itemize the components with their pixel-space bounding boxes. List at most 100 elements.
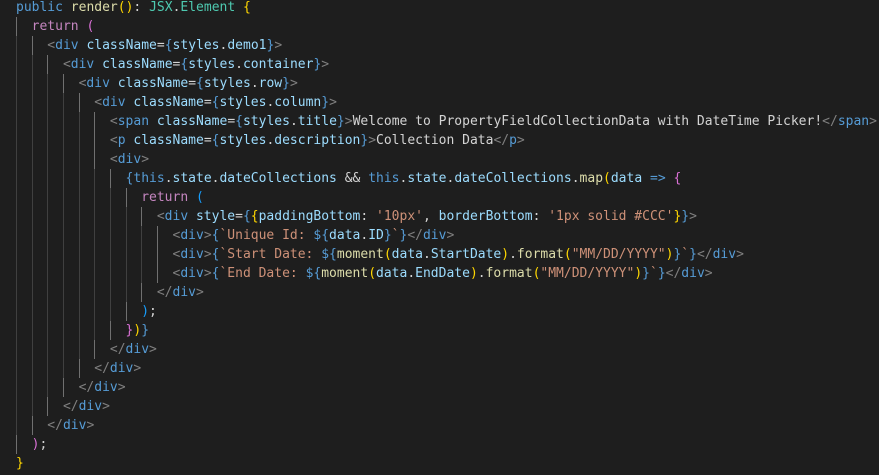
indent-guide xyxy=(31,264,33,283)
code-line[interactable]: {this.state.dateCollections && this.stat… xyxy=(0,169,681,188)
code-token: span xyxy=(117,114,150,129)
indent-guide xyxy=(94,169,96,188)
code-token: </ xyxy=(822,114,838,129)
code-token: </ xyxy=(78,380,95,395)
code-line[interactable]: </div> xyxy=(0,378,126,397)
code-token: > xyxy=(321,57,330,72)
indent-guide xyxy=(31,74,33,93)
indent-guide xyxy=(78,188,80,207)
code-token: </ xyxy=(407,228,423,243)
indent-guide xyxy=(16,226,17,245)
indent-guide xyxy=(31,55,33,74)
code-line[interactable]: </div> xyxy=(0,359,141,378)
indent-guide xyxy=(141,245,143,264)
code-token: Welcome to PropertyFieldCollectionData w… xyxy=(352,114,823,129)
code-line[interactable]: } xyxy=(0,454,24,473)
code-line[interactable]: <div> xyxy=(0,150,149,169)
indent-guide xyxy=(109,283,111,302)
code-token: styles xyxy=(188,57,236,72)
code-line[interactable]: ); xyxy=(0,435,47,454)
code-token: className xyxy=(133,95,204,110)
code-token: : xyxy=(360,209,377,224)
indent-guide xyxy=(47,112,49,131)
indent-guide xyxy=(94,188,96,207)
code-token: container xyxy=(242,57,314,72)
code-token: } xyxy=(689,247,697,262)
code-token: { xyxy=(180,57,189,72)
code-line[interactable]: <div>{`End Date: ${moment(data.EndDate).… xyxy=(0,264,713,283)
code-line[interactable]: </div> xyxy=(0,340,157,359)
code-token: ( xyxy=(117,0,126,15)
code-token: state xyxy=(172,171,212,186)
code-token: . xyxy=(250,76,259,91)
indent-guide xyxy=(78,245,80,264)
code-line[interactable]: <div style={{paddingBottom: '10px', bord… xyxy=(0,207,697,226)
code-token: } xyxy=(321,95,330,110)
code-token: { xyxy=(242,209,251,224)
code-line[interactable]: <div className={styles.container}> xyxy=(0,55,329,74)
code-line[interactable]: })} xyxy=(0,321,149,340)
indent-guide xyxy=(31,416,33,435)
code-token: div xyxy=(164,209,189,224)
code-line[interactable]: <div className={styles.row}> xyxy=(0,74,298,93)
code-token: style xyxy=(195,209,236,224)
code-line[interactable]: <div className={styles.demo1}> xyxy=(0,36,282,55)
indent-guide xyxy=(78,112,80,131)
code-line[interactable]: </div> xyxy=(0,283,204,302)
code-token: render xyxy=(70,0,118,15)
code-editor[interactable]: public render(): JSX.Element {return (<d… xyxy=(0,0,879,475)
indent-guide xyxy=(62,74,64,93)
code-line[interactable]: <span className={styles.title}>Welcome t… xyxy=(0,112,877,131)
indent-guide xyxy=(31,245,33,264)
indent-guide xyxy=(62,321,64,340)
indent-guide xyxy=(94,321,96,340)
indent-guide xyxy=(47,321,49,340)
code-line[interactable]: </div> xyxy=(0,416,94,435)
code-token: > xyxy=(149,342,157,357)
code-token: ( xyxy=(195,190,204,205)
indent-guide xyxy=(16,93,17,112)
indent-guide xyxy=(16,245,17,264)
indent-guide xyxy=(16,55,17,74)
indent-guide xyxy=(141,226,143,245)
code-token: . xyxy=(509,247,517,262)
code-token: styles xyxy=(203,76,251,91)
code-line[interactable]: </div> xyxy=(0,397,110,416)
indent-guide xyxy=(62,207,64,226)
code-token: { xyxy=(196,76,204,91)
code-token: `End Date: xyxy=(219,266,306,281)
indent-guide xyxy=(94,283,96,302)
code-line[interactable]: return ( xyxy=(0,188,204,207)
code-token: div xyxy=(180,228,204,243)
code-line[interactable]: <div className={styles.column}> xyxy=(0,93,337,112)
indent-guide xyxy=(31,36,33,55)
indent-guide xyxy=(31,207,33,226)
code-token: state xyxy=(407,171,447,186)
indent-guide xyxy=(47,378,49,397)
code-token: { xyxy=(243,0,251,15)
code-token: } xyxy=(383,228,392,243)
indent-guide xyxy=(31,150,33,169)
code-token: div xyxy=(712,247,737,262)
code-line[interactable]: <div>{`Start Date: ${moment(data.StartDa… xyxy=(0,245,744,264)
indent-guide xyxy=(16,264,17,283)
indent-guide xyxy=(109,245,111,264)
code-token: } xyxy=(657,266,666,281)
code-line[interactable]: <p className={styles.description}>Collec… xyxy=(0,131,525,150)
code-token: styles xyxy=(219,95,267,110)
code-token: </ xyxy=(47,418,63,433)
code-line[interactable]: ); xyxy=(0,302,157,321)
code-token: > xyxy=(117,380,126,395)
indent-guide xyxy=(47,397,49,416)
indent-guide xyxy=(16,169,17,188)
code-line[interactable]: public render(): JSX.Element { xyxy=(0,0,251,17)
code-token: borderBottom xyxy=(438,209,533,224)
indent-guide xyxy=(109,169,111,188)
code-token: . xyxy=(477,266,486,281)
code-line[interactable]: return ( xyxy=(0,17,94,36)
indent-guide xyxy=(16,283,17,302)
code-line[interactable]: <div>{`Unique Id: ${data.ID}`}</div> xyxy=(0,226,454,245)
